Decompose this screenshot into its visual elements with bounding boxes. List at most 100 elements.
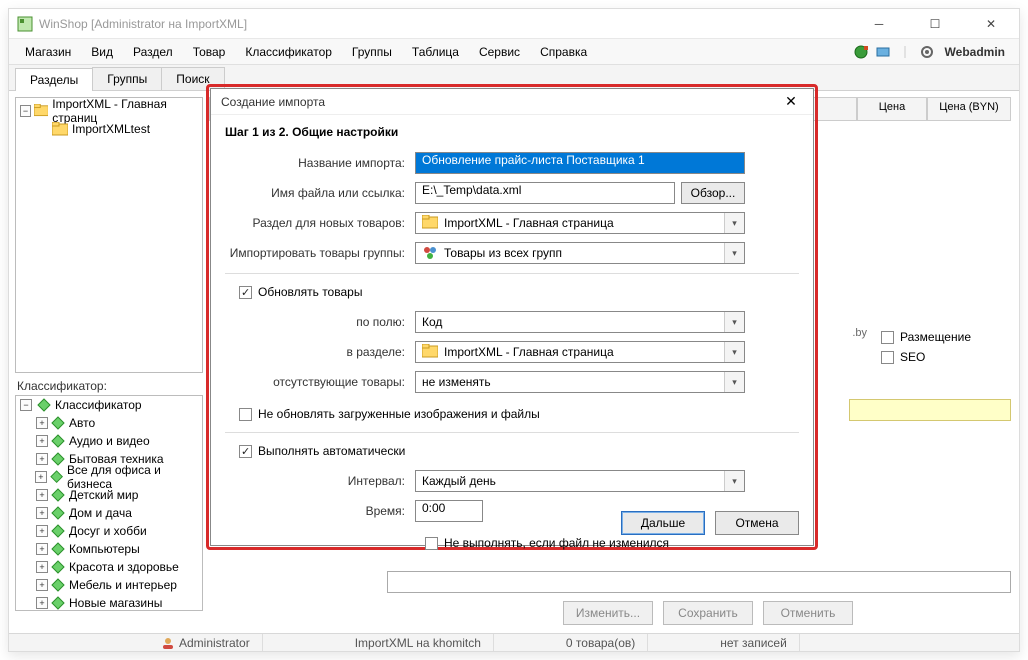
minimize-button[interactable]: ─	[859, 17, 899, 31]
select-import-group[interactable]: Товары из всех групп ▾	[415, 242, 745, 264]
seo-label: SEO	[900, 350, 925, 364]
col-price[interactable]: Цена	[857, 97, 927, 121]
placement-checkbox-row[interactable]: Размещение	[881, 327, 1011, 347]
close-button[interactable]: ✕	[971, 17, 1011, 31]
col-price-byn[interactable]: Цена (BYN)	[927, 97, 1011, 121]
classifier-item[interactable]: + Компьютеры	[16, 540, 202, 558]
chevron-down-icon[interactable]: ▾	[724, 342, 744, 362]
menu-classifier[interactable]: Классификатор	[235, 42, 342, 62]
collapse-icon[interactable]: −	[20, 399, 32, 411]
classifier-item-label: Новые магазины	[69, 596, 162, 610]
classifier-item[interactable]: +Аудио и видео	[16, 432, 202, 450]
label-import-group: Импортировать товары группы:	[225, 246, 415, 260]
tree-child-label: ImportXMLtest	[72, 122, 150, 136]
edit-button[interactable]: Изменить...	[563, 601, 653, 625]
classifier-root[interactable]: − Классификатор	[16, 396, 202, 414]
description-field[interactable]	[387, 571, 1011, 593]
checkbox-icon[interactable]	[881, 351, 894, 364]
select-missing[interactable]: не изменять ▾	[415, 371, 745, 393]
classifier-item[interactable]: +Досуг и хобби	[16, 522, 202, 540]
expand-icon[interactable]: +	[36, 561, 48, 573]
select-section-new[interactable]: ImportXML - Главная страница ▾	[415, 212, 745, 234]
menu-table[interactable]: Таблица	[402, 42, 469, 62]
checkbox-icon[interactable]	[239, 445, 252, 458]
chevron-down-icon[interactable]: ▾	[724, 471, 744, 491]
menu-service[interactable]: Сервис	[469, 42, 530, 62]
input-import-name[interactable]: Обновление прайс-листа Поставщика 1	[415, 152, 745, 174]
gear-icon[interactable]	[919, 44, 935, 60]
classifier-item[interactable]: +Красота и здоровье	[16, 558, 202, 576]
chevron-down-icon[interactable]: ▾	[724, 372, 744, 392]
select-by-field[interactable]: Код ▾	[415, 311, 745, 333]
diamond-icon	[51, 416, 65, 430]
expand-icon[interactable]: +	[36, 417, 48, 429]
classifier-item[interactable]: + Дом и дача	[16, 504, 202, 522]
save-button[interactable]: Сохранить	[663, 601, 753, 625]
menu-shop[interactable]: Магазин	[15, 42, 81, 62]
expand-icon[interactable]: +	[36, 489, 48, 501]
classifier-item-label: Компьютеры	[69, 542, 140, 556]
checkbox-icon[interactable]	[425, 537, 438, 550]
classifier-item-label: Детский мир	[69, 488, 138, 502]
globe-icon[interactable]	[853, 44, 869, 60]
tree-root-label: ImportXML - Главная страниц	[52, 97, 198, 125]
maximize-button[interactable]: ☐	[915, 17, 955, 31]
user-icon	[161, 636, 175, 650]
expand-icon[interactable]: +	[36, 579, 48, 591]
browse-button[interactable]: Обзор...	[681, 182, 745, 204]
expand-icon[interactable]: +	[36, 543, 48, 555]
checkbox-update-goods[interactable]: Обновлять товары	[239, 280, 799, 304]
checkbox-auto-run[interactable]: Выполнять автоматически	[239, 439, 799, 463]
import-dialog: Создание импорта ✕ Шаг 1 из 2. Общие нас…	[210, 88, 814, 546]
seo-checkbox-row[interactable]: SEO	[881, 347, 1011, 367]
chevron-down-icon[interactable]: ▾	[724, 243, 744, 263]
tab-sections[interactable]: Разделы	[15, 68, 93, 91]
checkbox-no-update-images[interactable]: Не обновлять загруженные изображения и ф…	[239, 402, 799, 426]
menubar: Магазин Вид Раздел Товар Классификатор Г…	[9, 39, 1019, 65]
checkbox-icon[interactable]	[881, 331, 894, 344]
dialog-close-button[interactable]: ✕	[779, 93, 803, 110]
chevron-down-icon[interactable]: ▾	[724, 312, 744, 332]
collapse-icon[interactable]: −	[20, 105, 31, 117]
select-interval[interactable]: Каждый день ▾	[415, 470, 745, 492]
status-db: ImportXML на khomitch	[343, 634, 494, 651]
select-in-section[interactable]: ImportXML - Главная страница ▾	[415, 341, 745, 363]
expand-icon[interactable]: +	[36, 597, 48, 609]
cancel-button[interactable]: Отменить	[763, 601, 853, 625]
checkbox-icon[interactable]	[239, 408, 252, 421]
diamond-icon	[50, 470, 63, 484]
expand-icon[interactable]: +	[36, 453, 48, 465]
classifier-item[interactable]: +Авто	[16, 414, 202, 432]
menu-groups[interactable]: Группы	[342, 42, 402, 62]
webadmin-label[interactable]: Webadmin	[941, 45, 1005, 59]
folder-icon	[34, 104, 48, 118]
classifier-item-label: Дом и дача	[69, 506, 132, 520]
classifier-item[interactable]: +Все для офиса и бизнеса	[16, 468, 202, 486]
diamond-icon	[51, 524, 65, 538]
next-button[interactable]: Дальше	[621, 511, 705, 535]
classifier-item[interactable]: +Мебель и интерьер	[16, 576, 202, 594]
diamond-icon	[51, 578, 65, 592]
chevron-down-icon[interactable]: ▾	[724, 213, 744, 233]
label-file-name: Имя файла или ссылка:	[225, 186, 415, 200]
menu-section[interactable]: Раздел	[123, 42, 183, 62]
input-file-name[interactable]: E:\_Temp\data.xml	[415, 182, 675, 204]
diamond-icon	[51, 506, 65, 520]
expand-icon[interactable]: +	[35, 471, 47, 483]
expand-icon[interactable]: +	[36, 435, 48, 447]
cancel-dialog-button[interactable]: Отмена	[715, 511, 799, 535]
tree-root-row[interactable]: − ImportXML - Главная страниц	[20, 102, 198, 120]
menu-view[interactable]: Вид	[81, 42, 123, 62]
expand-icon[interactable]: +	[36, 507, 48, 519]
db-icon[interactable]	[875, 44, 891, 60]
checkbox-icon[interactable]	[239, 286, 252, 299]
label-interval: Интервал:	[225, 474, 415, 488]
expand-icon[interactable]: +	[36, 525, 48, 537]
diamond-icon	[51, 542, 65, 556]
classifier-item[interactable]: + Новые магазины	[16, 594, 202, 611]
menu-help[interactable]: Справка	[530, 42, 597, 62]
tab-groups[interactable]: Группы	[92, 67, 162, 90]
menu-good[interactable]: Товар	[183, 42, 236, 62]
input-time[interactable]: 0:00	[415, 500, 483, 522]
by-suffix-label: .by	[852, 327, 867, 339]
